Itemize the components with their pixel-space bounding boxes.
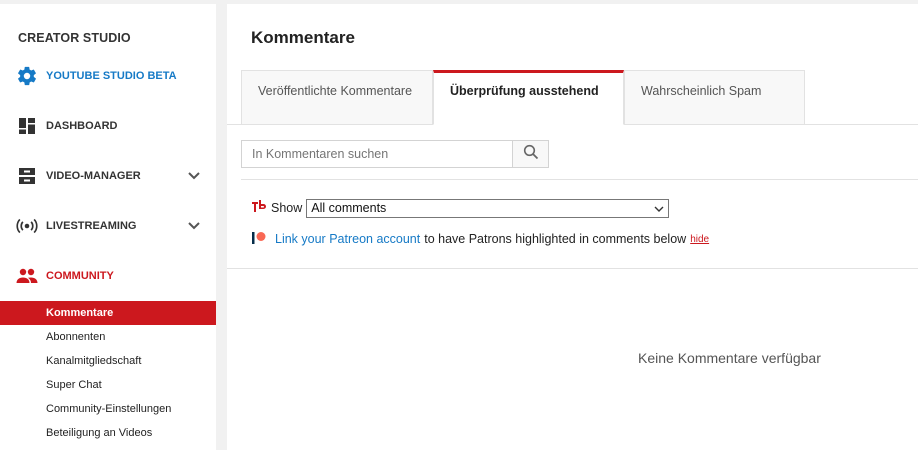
livestream-icon <box>16 215 38 237</box>
sidebar-item-label: COMMUNITY <box>46 270 114 282</box>
sidebar-item-livestreaming[interactable]: LIVESTREAMING <box>0 211 216 241</box>
tab-wahrscheinlich-spam[interactable]: Wahrscheinlich Spam <box>624 70 805 125</box>
tab-veroeffentlichte-kommentare[interactable]: Veröffentlichte Kommentare <box>241 70 433 125</box>
search-icon <box>523 144 539 165</box>
sidebar-item-label: YOUTUBE STUDIO BETA <box>46 70 177 82</box>
sidebar-item-label: LIVESTREAMING <box>46 220 137 232</box>
sidebar-item-youtube-studio-beta[interactable]: YOUTUBE STUDIO BETA <box>0 61 216 91</box>
sidebar-item-label: DASHBOARD <box>46 120 118 132</box>
community-icon <box>16 265 38 287</box>
patreon-description: to have Patrons highlighted in comments … <box>424 232 687 246</box>
filter-label: Show <box>271 201 303 215</box>
tab-ueberpruefung-ausstehend[interactable]: Überprüfung ausstehend <box>433 70 624 125</box>
filter-row: Show All comments <box>251 198 670 218</box>
app: CREATOR STUDIO YOUTUBE STUDIO BETA DASHB… <box>0 0 918 450</box>
filter-selected-value: All comments <box>311 201 387 215</box>
divider <box>227 268 918 269</box>
dashboard-icon <box>16 115 38 137</box>
video-manager-icon <box>16 165 38 187</box>
chevron-down-icon[interactable] <box>186 168 202 184</box>
search-input[interactable] <box>241 140 513 168</box>
sidebar-item-label: VIDEO-MANAGER <box>46 170 141 182</box>
sidebar-subitem-kanalmitgliedschaft[interactable]: Kanalmitgliedschaft <box>0 349 216 373</box>
gear-icon <box>16 65 38 87</box>
empty-state-message: Keine Kommentare verfügbar <box>638 350 821 366</box>
chevron-down-icon[interactable] <box>186 218 202 234</box>
tubebuddy-icon <box>251 199 267 218</box>
patreon-row: Link your Patreon account to have Patron… <box>251 230 709 248</box>
patreon-icon <box>251 230 267 249</box>
search-button[interactable] <box>512 140 549 168</box>
link-patreon-account[interactable]: Link your Patreon account <box>275 232 420 246</box>
sidebar-item-community[interactable]: COMMUNITY <box>0 261 216 291</box>
sidebar-subitem-abonnenten[interactable]: Abonnenten <box>0 325 216 349</box>
chevron-down-icon <box>654 201 664 215</box>
page-title: Kommentare <box>251 28 355 47</box>
sidebar-item-dashboard[interactable]: DASHBOARD <box>0 111 216 141</box>
sidebar: CREATOR STUDIO YOUTUBE STUDIO BETA DASHB… <box>0 4 216 450</box>
hide-link[interactable]: hide <box>690 234 709 245</box>
sidebar-subitem-super-chat[interactable]: Super Chat <box>0 373 216 397</box>
sidebar-subitem-beteiligung-an-videos[interactable]: Beteiligung an Videos <box>0 421 216 445</box>
sidebar-title: CREATOR STUDIO <box>18 31 131 45</box>
divider <box>241 179 918 180</box>
comment-filter-select[interactable]: All comments <box>306 198 670 218</box>
main-panel: Kommentare Veröffentlichte Kommentare Üb… <box>227 4 918 450</box>
sidebar-subitem-community-einstellungen[interactable]: Community-Einstellungen <box>0 397 216 421</box>
sidebar-subitem-kommentare[interactable]: Kommentare <box>0 301 216 325</box>
sidebar-item-video-manager[interactable]: VIDEO-MANAGER <box>0 161 216 191</box>
